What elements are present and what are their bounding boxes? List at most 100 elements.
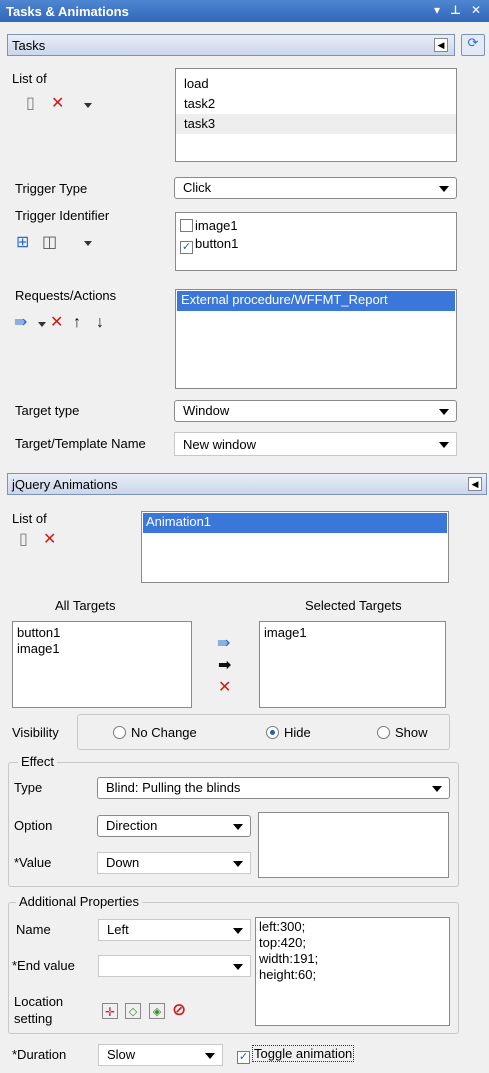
requests-actions-list[interactable]: External procedure/WFFMT_Report — [175, 289, 457, 389]
tasks-list[interactable]: load task2 task3 — [175, 68, 457, 162]
trigger-identifier-label: Trigger Identifier — [15, 208, 110, 223]
location-label-line1: Location — [14, 994, 64, 1009]
remove-target-icon[interactable]: ✕ — [218, 680, 231, 696]
name-label: Name — [16, 922, 51, 937]
list-item[interactable]: load — [176, 74, 456, 94]
list-item[interactable]: image1 — [17, 641, 187, 657]
pin-icon[interactable]: ⊥ — [450, 3, 461, 17]
radio-label: No Change — [131, 725, 197, 740]
task-options-dropdown-icon[interactable] — [84, 103, 92, 108]
list-item[interactable]: image1 — [264, 625, 441, 640]
list-item[interactable]: task2 — [176, 94, 456, 114]
effect-type-label: Type — [14, 780, 43, 795]
end-value-select[interactable] — [98, 955, 251, 977]
target-name-input[interactable]: New window — [174, 432, 457, 456]
tasks-section-header[interactable]: Tasks ◀ — [7, 34, 455, 56]
collapse-icon[interactable]: ◀ — [434, 38, 448, 52]
duration-value: Slow — [107, 1047, 136, 1062]
effect-type-select[interactable]: Blind: Pulling the blinds — [97, 777, 450, 799]
target-name-value: New window — [183, 437, 256, 452]
name-select[interactable]: Left — [98, 919, 251, 941]
list-item[interactable]: Animation1 — [143, 513, 447, 533]
refresh-icon[interactable]: ⟳ — [461, 34, 485, 56]
select-object-icon[interactable]: ◫ — [42, 235, 57, 251]
identifier-checkbox-checked[interactable]: ✓ — [180, 241, 193, 254]
toggle-animation-option[interactable]: ✓ Toggle animation — [237, 1045, 355, 1064]
duration-select[interactable]: Slow — [98, 1044, 223, 1066]
duration-label: *Duration — [12, 1047, 67, 1062]
new-animation-icon[interactable]: ▯ — [19, 532, 28, 548]
jquery-header-label: jQuery Animations — [12, 477, 118, 492]
additional-properties-label: Additional Properties — [16, 894, 142, 909]
effect-group-label: Effect — [18, 754, 58, 769]
toggle-animation-checkbox[interactable]: ✓ — [237, 1051, 250, 1064]
object-tree-icon[interactable]: ⊞ — [16, 235, 29, 251]
identifier-item[interactable]: image1 — [180, 218, 452, 236]
clear-location-icon[interactable]: ⊘ — [172, 1001, 186, 1018]
collapse-icon[interactable]: ◀ — [468, 477, 482, 491]
location-label-line2: setting — [14, 1011, 53, 1026]
add-request-icon[interactable]: ⇛ — [14, 315, 27, 331]
all-targets-label: All Targets — [55, 598, 116, 613]
new-task-icon[interactable]: ▯ — [26, 96, 35, 112]
identifier-options-dropdown-icon[interactable] — [84, 241, 92, 246]
effect-type-value: Blind: Pulling the blinds — [106, 780, 241, 795]
move-right-icon[interactable]: ➡ — [218, 658, 231, 674]
value-value: Down — [106, 855, 140, 870]
visibility-show-option[interactable]: Show — [377, 725, 428, 740]
target-type-select[interactable]: Window — [174, 400, 457, 422]
requests-actions-label: Requests/Actions — [15, 288, 117, 303]
identifier-label: image1 — [195, 218, 238, 233]
option-label: Option — [14, 818, 53, 833]
value-label: *Value — [14, 855, 52, 870]
identifier-label: button1 — [195, 236, 239, 251]
name-value: Left — [107, 922, 129, 937]
css-properties-box[interactable]: left:300; top:420; width:191; height:60; — [255, 917, 450, 1026]
list-item[interactable]: button1 — [17, 625, 187, 641]
animations-list[interactable]: Animation1 — [141, 511, 449, 583]
animations-list-label: List of — [12, 511, 47, 526]
move-up-icon[interactable]: ↑ — [73, 315, 81, 331]
identifier-item[interactable]: ✓ button1 — [180, 236, 452, 254]
target-type-label: Target type — [15, 403, 80, 418]
radio-button[interactable] — [113, 726, 126, 739]
identifier-checkbox[interactable] — [180, 219, 193, 232]
radio-button-selected[interactable] — [266, 726, 279, 739]
option-value: Direction — [106, 818, 158, 833]
move-down-icon[interactable]: ↓ — [96, 315, 104, 331]
selected-targets-label: Selected Targets — [305, 598, 402, 613]
close-icon[interactable]: ✕ — [471, 3, 481, 17]
position-icon[interactable]: ◇ — [125, 1003, 141, 1019]
visibility-hide-option[interactable]: Hide — [266, 725, 311, 740]
delete-animation-icon[interactable]: ✕ — [43, 532, 56, 548]
css-line: top:420; — [259, 935, 306, 950]
target-type-value: Window — [183, 403, 230, 418]
list-item[interactable]: task3 — [176, 114, 456, 134]
delete-task-icon[interactable]: ✕ — [51, 96, 64, 112]
resize-icon[interactable]: ◈ — [149, 1003, 165, 1019]
trigger-type-label: Trigger Type — [15, 181, 88, 196]
end-value-label: *End value — [12, 958, 75, 973]
add-request-dropdown-icon[interactable] — [38, 322, 46, 327]
delete-request-icon[interactable]: ✕ — [50, 315, 63, 331]
all-targets-list[interactable]: button1 image1 — [12, 621, 192, 708]
visibility-no-change-option[interactable]: No Change — [113, 725, 197, 740]
radio-label: Hide — [284, 725, 311, 740]
list-item[interactable]: External procedure/WFFMT_Report — [177, 291, 455, 311]
panel-menu-icon[interactable]: ▾ — [434, 3, 440, 17]
trigger-type-value: Click — [183, 180, 212, 195]
option-select[interactable]: Direction — [97, 815, 251, 837]
add-target-icon[interactable]: ⇛ — [217, 636, 230, 652]
selected-targets-list[interactable]: image1 — [259, 621, 446, 708]
value-select[interactable]: Down — [97, 852, 251, 874]
radio-label: Show — [395, 725, 428, 740]
visibility-label: Visibility — [12, 725, 59, 740]
option-values-box[interactable] — [258, 812, 449, 878]
tasks-header-label: Tasks — [12, 38, 46, 53]
radio-button[interactable] — [377, 726, 390, 739]
trigger-identifier-list[interactable]: image1 ✓ button1 — [175, 212, 457, 271]
crosshair-icon[interactable]: ✛ — [102, 1003, 118, 1019]
jquery-animations-header[interactable]: jQuery Animations ◀ — [7, 473, 487, 495]
panel-title-bar: Tasks & Animations ▾ ⊥ ✕ — [0, 0, 489, 22]
trigger-type-select[interactable]: Click — [174, 177, 457, 199]
